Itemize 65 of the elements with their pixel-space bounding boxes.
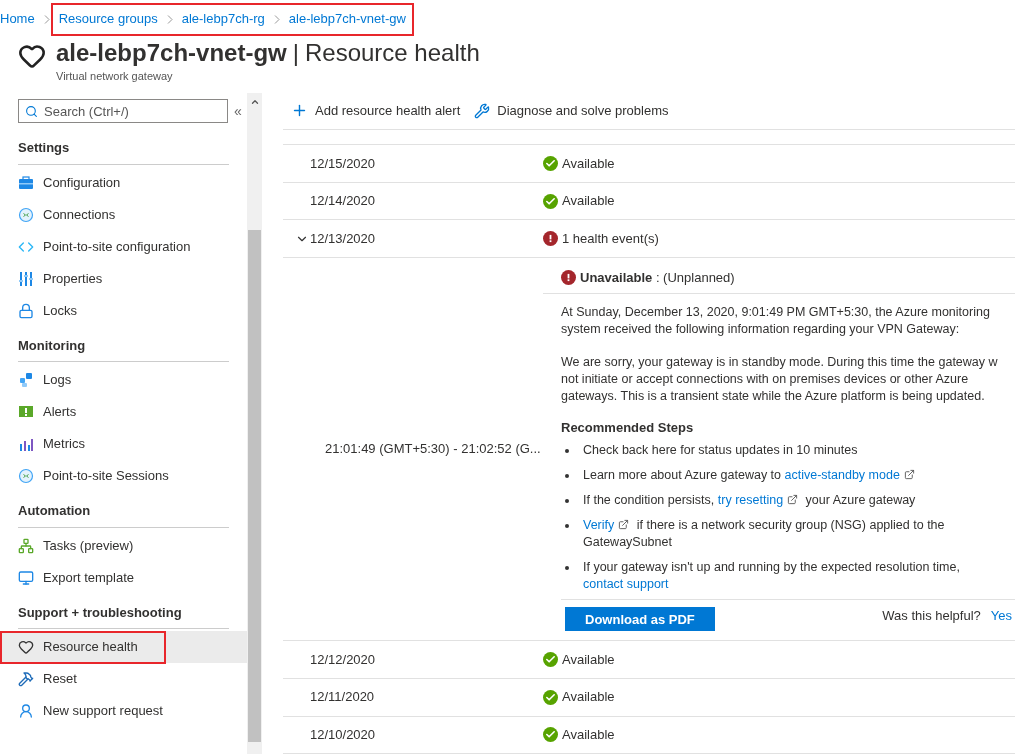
title-separator: | — [292, 38, 299, 68]
help-link[interactable]: contact support — [583, 577, 669, 592]
breadcrumb-link[interactable]: Resource groups — [58, 9, 158, 29]
table-row[interactable]: 12/10/2020 Available — [283, 716, 1015, 754]
sidebar-item[interactable]: Connections — [0, 198, 247, 231]
page-title: Resource health — [304, 38, 480, 68]
step-item: Check back here for status updates in 10 minutes — [583, 442, 1015, 460]
feedback-prompt: Was this helpful? — [882, 606, 981, 625]
table-row[interactable]: 12/15/2020 Available — [283, 145, 1015, 183]
step-item: If the condition persists, try resetting your Azure gateway — [583, 492, 1015, 510]
sidebar-item[interactable]: Metrics — [0, 428, 247, 460]
event-message: At Sunday, December 13, 2020, 9:01:49 PM GMT+5:30, the Azure monitoring system received the following information regarding your VPN Gateway: — [561, 304, 991, 339]
date-cell-text: 12/14/2020 — [310, 192, 376, 211]
status-cell-text: Available — [562, 192, 615, 211]
date-cell-text: 12/13/2020 — [310, 229, 376, 248]
section-heading: Automation — [18, 503, 91, 518]
resource-title: ale-lebp7ch-vnet-gw — [56, 38, 287, 68]
section-heading: Support + troubleshooting — [18, 604, 182, 620]
toolbar-button[interactable]: Add resource health alert — [291, 101, 461, 121]
time-range: 21:01:49 (GMT+5:30) - 21:02:52 (G... — [325, 440, 541, 459]
sidebar-item[interactable]: Point-to-site configuration — [0, 230, 247, 263]
date-cell-text: 12/12/2020 — [310, 650, 376, 669]
sidebar-item[interactable]: Alerts — [0, 396, 247, 428]
sidebar-item[interactable]: Locks — [0, 294, 247, 327]
section-heading: Monitoring — [18, 337, 86, 353]
yes-link[interactable]: Yes — [990, 605, 1012, 626]
sidebar-item[interactable]: New support request — [0, 695, 247, 727]
status-cell-text: Available — [562, 726, 615, 744]
table-row[interactable]: 12/11/2020 Available — [283, 678, 1015, 717]
event-status: Unavailable : (Unplanned) — [580, 268, 735, 287]
table-row[interactable]: 12/14/2020 Available — [283, 182, 1015, 221]
breadcrumb-link[interactable]: Home — [0, 9, 35, 29]
status-cell-text: Available — [562, 688, 615, 707]
status-cell-text: 1 health event(s) — [562, 229, 659, 248]
sidebar-item[interactable]: Configuration — [0, 166, 247, 199]
step-item: Verify if there is a network security group (NSG) applied to the GatewaySubnet — [583, 517, 1015, 552]
resource-type: Virtual network gateway — [56, 69, 174, 84]
status-cell-text: Available — [562, 650, 615, 669]
date-cell-text: 12/15/2020 — [310, 154, 376, 173]
sidebar-item[interactable]: Properties — [0, 262, 247, 295]
sidebar-item[interactable]: Export template — [0, 561, 247, 594]
table-row[interactable]: 12/13/2020 1 health event(s) — [283, 220, 1015, 258]
sidebar-item[interactable]: Resource health — [0, 631, 247, 663]
help-link[interactable]: try resetting — [717, 493, 784, 508]
sidebar-item[interactable]: Logs — [0, 364, 247, 396]
sidebar-item[interactable]: Reset — [0, 663, 247, 695]
steps-heading: Recommended Steps — [561, 419, 695, 437]
event-message: We are sorry, your gateway is in standby mode. During this time the gateway w not initiate or accept connections with on premises devices or other Azure gateways. This is a transient state while the Azure platform is being updated. — [561, 354, 999, 406]
date-cell-text: 12/10/2020 — [310, 726, 376, 744]
help-link[interactable]: Verify — [583, 518, 615, 533]
sidebar-item[interactable]: Tasks (preview) — [0, 529, 247, 562]
download-button[interactable]: Download as PDF — [565, 607, 715, 632]
step-item: Learn more about Azure gateway to active-standby mode — [583, 467, 1015, 485]
step-item: If your gateway isn't up and running by the expected resolution time, contact support — [583, 559, 1015, 594]
toolbar-button[interactable]: Diagnose and solve problems — [474, 101, 669, 121]
search-field[interactable]: Search (Ctrl+/) — [18, 99, 228, 123]
table-row[interactable]: 12/12/2020 Available — [283, 641, 1015, 679]
collapse-button[interactable]: « — [234, 104, 242, 118]
date-cell-text: 12/11/2020 — [310, 688, 375, 707]
status-cell-text: Available — [562, 154, 615, 173]
help-link[interactable]: active-standby mode — [784, 468, 900, 483]
sidebar-item[interactable]: Point-to-site Sessions — [0, 460, 247, 492]
breadcrumb-link[interactable]: ale-lebp7ch-rg — [181, 9, 265, 29]
section-heading: Settings — [18, 140, 70, 155]
breadcrumb-link[interactable]: ale-lebp7ch-vnet-gw — [288, 9, 406, 29]
